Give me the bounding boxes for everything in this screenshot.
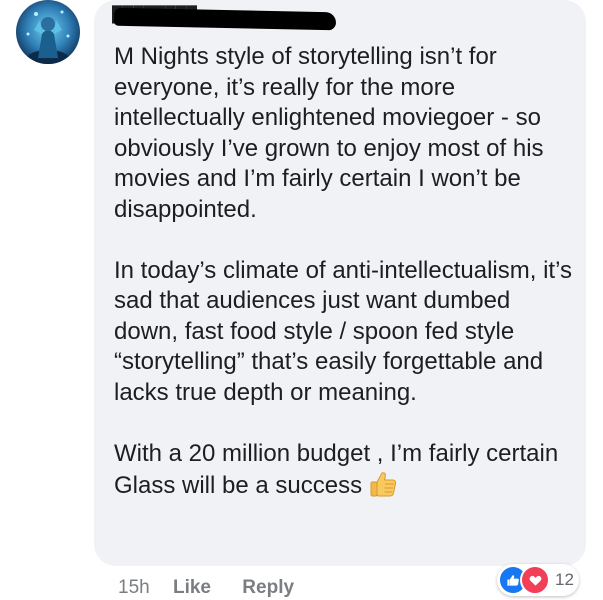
reaction-count: 12 [555,570,574,589]
comment-actions: 15h Like Reply [118,576,320,600]
comment-thread: ████████ M Nights style of storytelling … [0,0,603,600]
comment-author[interactable]: ████████ [112,4,342,31]
comment-paragraph: With a 20 million budget , I’m fairly ce… [114,439,580,502]
reaction-summary[interactable]: 12 [497,564,579,596]
thumbs-up-icon [368,469,398,499]
comment-text: M Nights style of storytelling isn’t for… [114,42,580,502]
timestamp[interactable]: 15h [118,576,150,600]
comment-paragraph-text: With a 20 million budget , I’m fairly ce… [114,439,559,500]
reply-button[interactable]: Reply [242,576,294,600]
comment-paragraph: M Nights style of storytelling isn’t for… [114,43,544,223]
avatar[interactable] [16,0,80,64]
like-button[interactable]: Like [173,576,211,600]
comment-paragraph: In today’s climate of anti-intellectuali… [114,256,572,406]
avatar-image [26,10,70,64]
love-icon [520,565,550,595]
